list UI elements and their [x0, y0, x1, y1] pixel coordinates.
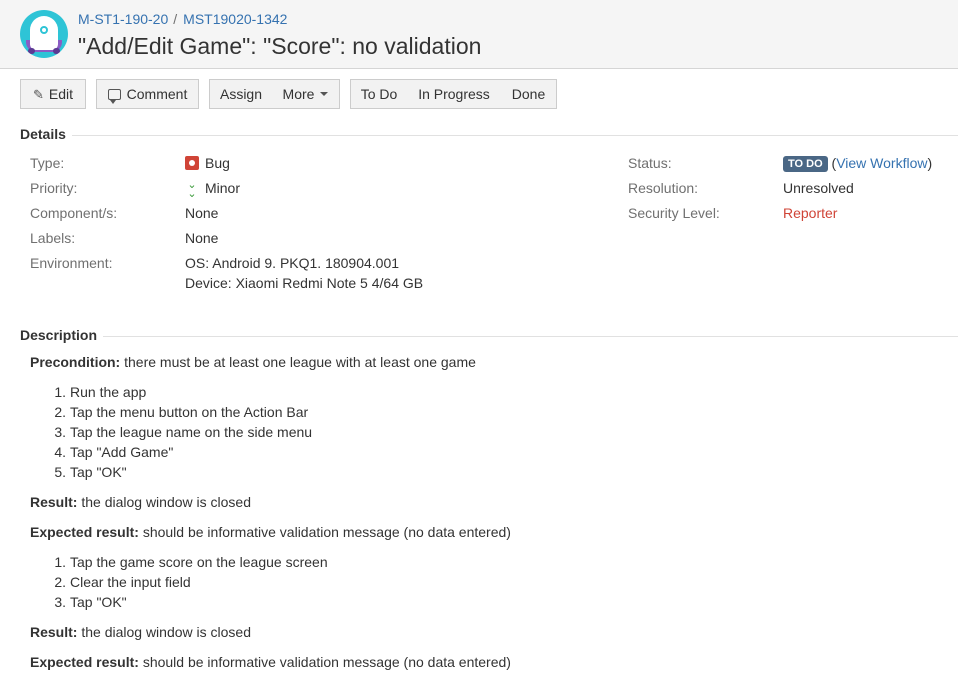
result-label: Result: — [30, 624, 78, 640]
minor-priority-icon: ⌄ ⌄ — [187, 179, 197, 200]
expected-result-label: Expected result: — [30, 654, 139, 670]
pencil-icon: ✎ — [32, 87, 44, 102]
steps-list-2: 1. Tap the game score on the league scree… — [30, 552, 930, 612]
done-button[interactable]: Done — [501, 79, 557, 109]
resolution-label: Resolution: — [628, 180, 699, 196]
precondition-paragraph: Precondition: there must be at least one… — [30, 352, 930, 372]
priority-value: ⌄ ⌄ Minor — [185, 179, 241, 200]
security-level-label: Security Level: — [628, 205, 720, 221]
breadcrumb-issue-link[interactable]: MST19020-1342 — [183, 11, 287, 27]
resolution-value: Unresolved — [783, 180, 854, 196]
type-value: Bug — [185, 154, 230, 172]
environment-os: OS: Android 9. PKQ1. 180904.001 — [185, 255, 400, 271]
list-item: 5. Tap "OK" — [54, 464, 127, 480]
todo-button[interactable]: To Do — [350, 79, 408, 109]
comment-icon — [107, 89, 121, 104]
edit-button-label: Edit — [48, 86, 74, 102]
issue-header: M-ST1-190-20 / MST19020-1342 "Add/Edit Gam… — [0, 0, 958, 69]
type-value-text: Bug — [205, 155, 230, 171]
comment-button[interactable]: Comment — [96, 79, 199, 109]
steps-list-1: 1. Run the app 2. Tap the menu button on t… — [30, 382, 930, 482]
expected-result-label: Expected result: — [30, 524, 139, 540]
list-item: 2. Tap the menu button on the Action Bar — [54, 404, 309, 420]
breadcrumb-separator: / — [173, 11, 178, 27]
components-value: None — [185, 205, 219, 221]
comment-button-label: Comment — [126, 86, 188, 102]
status-badge: TO DO — [783, 156, 828, 172]
description-body: Precondition: there must be at least one… — [30, 352, 930, 672]
security-level-value: Reporter — [783, 205, 838, 221]
precondition-label: Precondition: — [30, 354, 121, 370]
labels-value: None — [185, 230, 219, 246]
description-heading: Description — [20, 327, 104, 343]
precondition-text: there must be at least one league with a… — [120, 354, 476, 370]
view-workflow-link[interactable]: View Workflow — [836, 155, 927, 171]
expected-result-text: should be informative validation message… — [138, 524, 511, 540]
breadcrumb-project-link[interactable]: M-ST1-190-20 — [78, 11, 168, 27]
list-item: 2. Clear the input field — [54, 574, 191, 590]
in-progress-button-label: In Progress — [418, 86, 490, 102]
list-item: 1. Run the app — [54, 384, 147, 400]
bug-icon — [185, 156, 199, 170]
status-label: Status: — [628, 155, 672, 171]
done-button-label: Done — [511, 86, 546, 102]
status-value: TO DO (View Workflow) — [783, 154, 932, 173]
list-item: 4. Tap "Add Game" — [54, 444, 174, 460]
result-text: the dialog window is closed — [77, 494, 251, 510]
edit-button[interactable]: ✎ Edit — [20, 79, 86, 109]
result-label: Result: — [30, 494, 78, 510]
assign-button[interactable]: Assign — [209, 79, 273, 109]
expected-result-paragraph-1: Expected result: should be informative v… — [30, 522, 930, 542]
expected-result-paragraph-2: Expected result: should be informative v… — [30, 652, 930, 672]
result-paragraph-1: Result: the dialog window is closed — [30, 492, 930, 512]
todo-button-label: To Do — [360, 86, 398, 102]
environment-label: Environment: — [30, 255, 113, 271]
components-label: Component/s: — [30, 205, 118, 221]
assign-button-label: Assign — [219, 86, 263, 102]
chevron-down-icon — [320, 92, 329, 97]
workflow-close-paren: ) — [927, 155, 933, 171]
details-heading: Details — [20, 126, 72, 142]
in-progress-button[interactable]: In Progress — [407, 79, 502, 109]
type-label: Type: — [30, 155, 65, 171]
list-item: 3. Tap "OK" — [54, 594, 127, 610]
result-text: the dialog window is closed — [77, 624, 251, 640]
description-divider — [20, 336, 958, 337]
priority-label: Priority: — [30, 180, 78, 196]
page-title: "Add/Edit Game": "Score": no validation — [78, 33, 482, 59]
labels-label: Labels: — [30, 230, 76, 246]
more-button-label: More — [282, 86, 315, 102]
expected-result-text: should be informative validation message… — [138, 654, 511, 670]
priority-value-text: Minor — [205, 180, 241, 196]
environment-device: Device: Xiaomi Redmi Note 5 4/64 GB — [185, 275, 424, 291]
list-item: 3. Tap the league name on the side menu — [54, 424, 313, 440]
project-avatar-icon[interactable] — [20, 10, 68, 58]
details-divider — [20, 135, 958, 136]
more-button[interactable]: More — [272, 79, 340, 109]
result-paragraph-2: Result: the dialog window is closed — [30, 622, 930, 642]
list-item: 1. Tap the game score on the league scree… — [54, 554, 328, 570]
breadcrumb: M-ST1-190-20 / MST19020-1342 — [78, 10, 287, 28]
